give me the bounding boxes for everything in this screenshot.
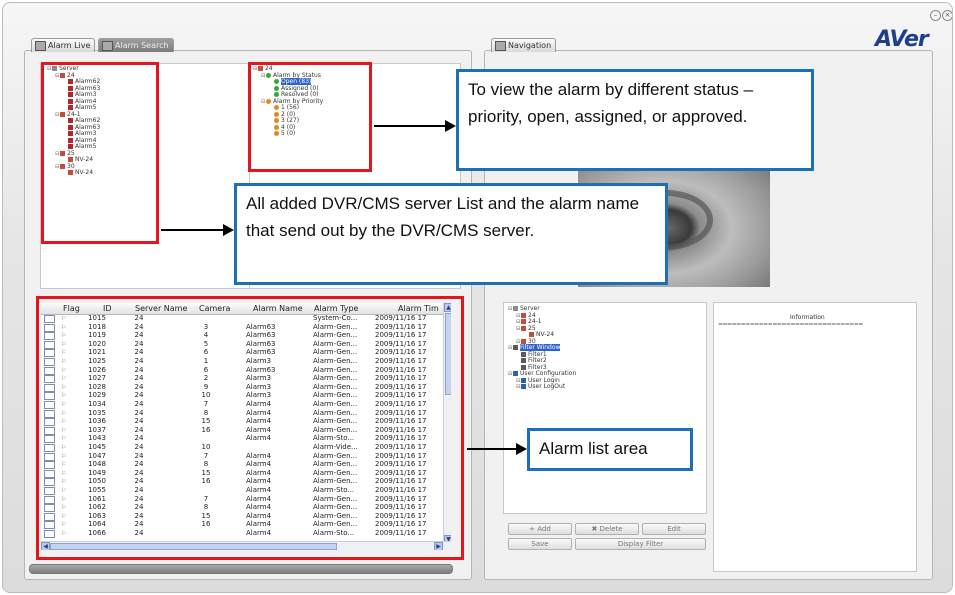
tab-alarm-live[interactable]: Alarm Live bbox=[31, 38, 96, 52]
list-arrow bbox=[467, 443, 527, 455]
save-button[interactable]: Save bbox=[508, 538, 572, 550]
list-callout: Alarm list area bbox=[527, 428, 693, 471]
user-icon bbox=[521, 384, 526, 389]
tab-alarm-search[interactable]: Alarm Search bbox=[98, 38, 174, 52]
alarm-live-icon bbox=[35, 41, 46, 51]
tree-node[interactable]: ⊟ User LogOut bbox=[508, 383, 576, 391]
status-callout: To view the alarm by different status – … bbox=[456, 69, 814, 171]
filter-icon bbox=[521, 358, 526, 363]
information-title: Information bbox=[790, 314, 825, 321]
user-icon bbox=[513, 371, 518, 376]
server-list-highlight bbox=[41, 62, 159, 244]
display-filter-button[interactable]: Display Filter bbox=[575, 538, 706, 550]
tree-node-label: User LogOut bbox=[528, 383, 566, 390]
dvr-icon bbox=[529, 332, 534, 337]
server-arrow bbox=[161, 224, 234, 236]
dvr-icon bbox=[521, 312, 526, 318]
alarm-search-icon bbox=[102, 41, 113, 51]
filter-icon bbox=[521, 364, 526, 370]
edit-button[interactable]: Edit bbox=[642, 523, 706, 535]
nav-tree: ⊟ Server ⊟ 24 ⊟ 24-1 ⊟ 25 NV-24 ⊟ 30 ⊟ Filter Window… bbox=[508, 305, 576, 391]
tree-node-label: NV-24 bbox=[536, 331, 555, 338]
status-arrow bbox=[374, 120, 456, 132]
filter-icon bbox=[513, 345, 518, 350]
dvr-icon bbox=[521, 319, 526, 324]
dvr-icon bbox=[521, 325, 526, 331]
navigation-icon bbox=[495, 41, 506, 51]
status-tree-highlight bbox=[248, 62, 372, 172]
add-button[interactable]: + Add bbox=[508, 523, 572, 535]
filter-icon bbox=[521, 351, 526, 357]
aver-logo: AVer bbox=[875, 27, 929, 52]
tree-node-label: 25 bbox=[528, 324, 536, 332]
server-callout: All added DVR/CMS server List and the al… bbox=[234, 183, 668, 285]
delete-button[interactable]: ✖ Delete bbox=[575, 523, 639, 535]
close-icon[interactable]: × bbox=[942, 10, 952, 21]
user-icon bbox=[521, 377, 526, 383]
minimize-icon[interactable]: – bbox=[930, 10, 941, 21]
alarm-list-highlight bbox=[36, 296, 464, 560]
progress-bar bbox=[29, 564, 453, 574]
tab-navigation[interactable]: Navigation bbox=[491, 38, 557, 52]
information-pane bbox=[713, 302, 917, 572]
server-icon bbox=[513, 306, 518, 311]
information-separator: ================================ bbox=[718, 321, 863, 328]
dvr-icon bbox=[521, 338, 526, 344]
